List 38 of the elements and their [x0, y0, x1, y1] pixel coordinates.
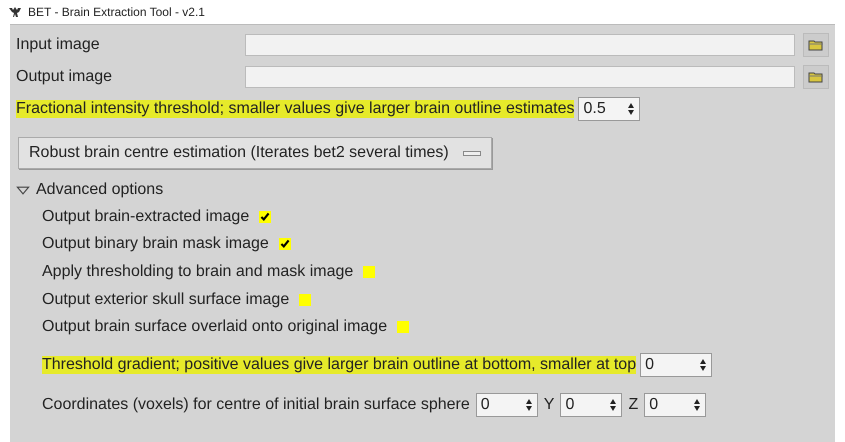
spin-arrows-icon [609, 398, 618, 412]
spin-arrows-icon [627, 102, 636, 116]
checkbox[interactable] [363, 266, 376, 278]
option-label: Output binary brain mask image [42, 235, 269, 254]
number-spinner[interactable]: 0.5 [578, 97, 640, 121]
checkbox[interactable] [259, 210, 272, 223]
section-label: Advanced options [36, 181, 164, 199]
field-label: Fractional intensity threshold; smaller values give larger brain outline estimates [16, 100, 574, 118]
number-spinner[interactable]: 0 [560, 392, 622, 417]
spin-arrows-icon [524, 398, 533, 412]
expand-triangle-icon[interactable] [16, 186, 30, 194]
folder-icon [808, 39, 824, 51]
number-spinner[interactable]: 0 [476, 392, 538, 417]
field-label: Threshold gradient; positive values give larger brain outline at bottom, smaller at top [42, 356, 636, 374]
field-label: Input image [16, 36, 100, 54]
checkbox[interactable] [278, 238, 291, 250]
folder-icon [808, 71, 824, 83]
number-spinner[interactable]: 0 [644, 392, 706, 417]
spin-arrows-icon [693, 398, 702, 412]
field-label: Coordinates (voxels) for centre of initial brain surface sphere [42, 396, 470, 414]
file-path-field[interactable] [245, 66, 795, 88]
option-label: Output exterior skull surface image [42, 290, 290, 309]
field-label: Output image [16, 68, 112, 86]
axis-label: Z [628, 396, 638, 414]
checkbox[interactable] [299, 294, 312, 306]
mode-dropdown[interactable]: Robust brain centre estimation (Iterates bet2 several times) [18, 137, 492, 169]
option-label: Output brain surface overlaid onto original image [42, 318, 388, 336]
option-label: Output brain-extracted image [42, 208, 250, 226]
browse-button[interactable] [803, 33, 829, 57]
checkbox[interactable] [397, 321, 410, 334]
browse-button[interactable] [803, 65, 829, 89]
spin-arrows-icon [699, 358, 708, 372]
window-title: BET - Brain Extraction Tool - v2.1 [28, 5, 205, 19]
app-icon [8, 6, 22, 18]
number-spinner[interactable]: 0 [640, 352, 712, 377]
option-label: Apply thresholding to brain and mask image [42, 262, 354, 281]
file-path-field[interactable] [245, 34, 795, 56]
axis-label: Y [544, 396, 554, 414]
